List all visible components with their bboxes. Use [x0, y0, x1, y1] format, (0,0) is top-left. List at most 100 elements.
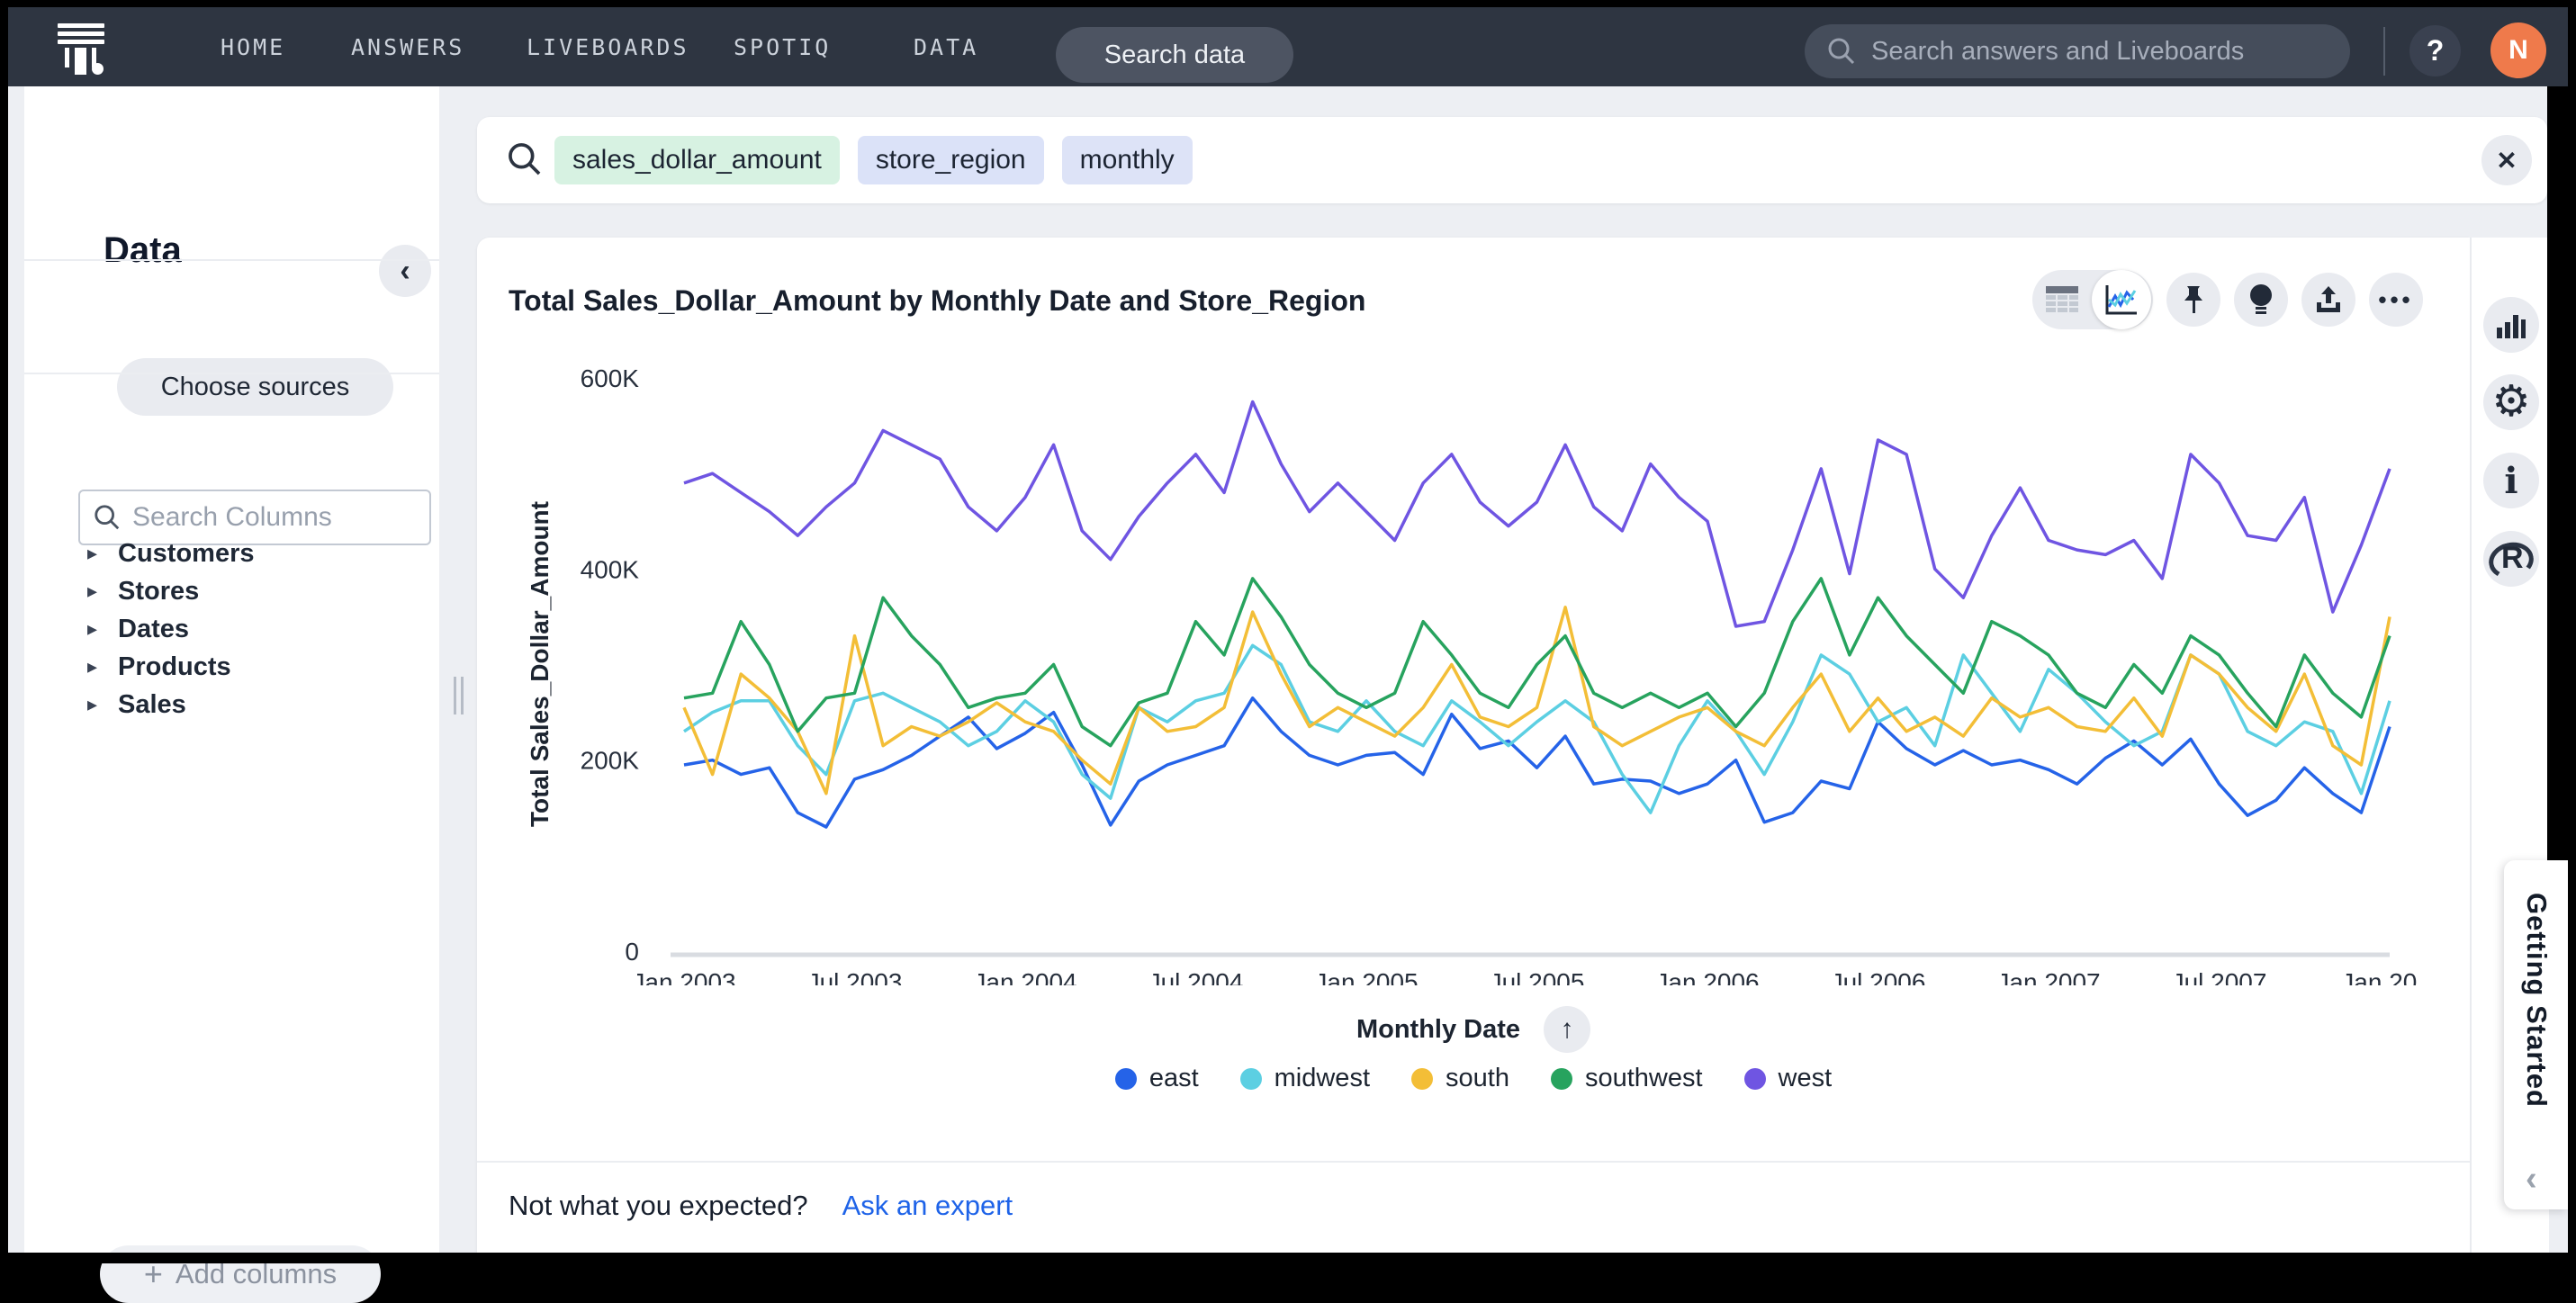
search-icon: [93, 503, 122, 532]
answer-toolbar: •••: [2032, 270, 2423, 329]
tree-item-products[interactable]: ▸ Products: [87, 648, 255, 686]
frame-bottom: [0, 1253, 2576, 1263]
table-mode-button[interactable]: [2032, 270, 2092, 329]
nav-tab-home[interactable]: HOME: [221, 7, 285, 86]
x-tick-label: Jul 2005: [1490, 968, 1585, 985]
r-analysis-button[interactable]: R: [2483, 531, 2539, 587]
close-icon: ✕: [2496, 146, 2517, 175]
search-icon: [1826, 36, 1857, 67]
query-tokens: sales_dollar_amount store_region monthly: [554, 136, 1193, 184]
caret-right-icon[interactable]: ▸: [87, 542, 118, 565]
caret-right-icon[interactable]: ▸: [87, 617, 118, 641]
legend-item-east[interactable]: east: [1115, 1064, 1199, 1093]
spotiq-insights-button[interactable]: [2234, 273, 2288, 327]
source-tree: ▸ Customers ▸ Stores ▸ Dates ▸ Products …: [87, 535, 255, 723]
sort-ascending-button[interactable]: ↑: [1544, 1006, 1590, 1053]
legend-item-midwest[interactable]: midwest: [1240, 1064, 1370, 1093]
legend-dot-icon: [1240, 1068, 1262, 1090]
table-icon: [2045, 285, 2079, 314]
app-root: { "nav": { "items": [{"label":"HOME"},{"…: [0, 0, 2576, 1263]
token-store-region[interactable]: store_region: [858, 136, 1044, 184]
share-button[interactable]: [2301, 273, 2355, 327]
tree-item-stores[interactable]: ▸ Stores: [87, 572, 255, 610]
thoughtspot-logo-icon[interactable]: [56, 23, 106, 74]
frame-left: [0, 0, 8, 1263]
y-tick-label: 600K: [581, 364, 640, 392]
global-search-input[interactable]: Search answers and Liveboards: [1805, 24, 2350, 78]
settings-button[interactable]: ⚙: [2483, 374, 2539, 430]
y-tick-label: 200K: [581, 747, 640, 775]
legend-label: east: [1149, 1064, 1199, 1093]
legend-dot-icon: [1411, 1068, 1433, 1090]
legend-label: southwest: [1585, 1064, 1703, 1093]
nav-tab-answers[interactable]: ANSWERS: [351, 7, 464, 86]
x-tick-label: Jan 2003: [632, 968, 735, 985]
r-logo-icon: R: [2489, 541, 2534, 577]
clear-search-button[interactable]: ✕: [2481, 135, 2532, 185]
line-chart[interactable]: 600K400K200K0Jan 2003Jul 2003Jan 2004Jul…: [504, 355, 2448, 985]
global-search-placeholder: Search answers and Liveboards: [1871, 37, 2244, 67]
x-tick-label: Jan 2007: [1996, 968, 2100, 985]
plus-icon: +: [144, 1261, 163, 1288]
token-sales-dollar-amount[interactable]: sales_dollar_amount: [554, 136, 840, 184]
x-axis-label-row: Monthly Date ↑: [477, 1006, 2470, 1053]
x-tick-label: Jul 2007: [2172, 968, 2267, 985]
search-icon: [506, 140, 544, 178]
series-line-west: [684, 402, 2390, 627]
pin-to-liveboard-button[interactable]: [2166, 273, 2220, 327]
top-navbar: HOME ANSWERS LIVEBOARDS SPOTIQ DATA Sear…: [0, 7, 2576, 86]
chart-legend: east midwest south southwest west: [477, 1064, 2470, 1093]
x-axis-title: Monthly Date: [1356, 1015, 1520, 1045]
x-tick-label: Jan 2006: [1655, 968, 1759, 985]
legend-item-west[interactable]: west: [1744, 1064, 1833, 1093]
bar-chart-icon: [2497, 311, 2526, 338]
caret-right-icon[interactable]: ▸: [87, 580, 118, 603]
info-button[interactable]: i: [2483, 453, 2539, 508]
frame-top: [0, 0, 2576, 7]
answer-footer: Not what you expected? Ask an expert: [509, 1190, 1013, 1222]
x-tick-label: Jan 20...: [2341, 968, 2437, 985]
legend-item-south[interactable]: south: [1411, 1064, 1509, 1093]
legend-dot-icon: [1551, 1068, 1572, 1090]
legend-dot-icon: [1115, 1068, 1137, 1090]
tree-item-dates[interactable]: ▸ Dates: [87, 610, 255, 648]
screen: HOME ANSWERS LIVEBOARDS SPOTIQ DATA Sear…: [0, 0, 2576, 1263]
nav-tab-spotiq[interactable]: SPOTIQ: [734, 7, 831, 86]
user-avatar[interactable]: N: [2490, 22, 2546, 78]
getting-started-tab[interactable]: Getting Started ‹: [2504, 860, 2568, 1209]
legend-label: midwest: [1274, 1064, 1370, 1093]
nav-tab-data[interactable]: DATA: [914, 7, 978, 86]
line-chart-icon: [2104, 283, 2139, 316]
caret-right-icon[interactable]: ▸: [87, 693, 118, 716]
choose-sources-button[interactable]: Choose sources: [117, 358, 393, 416]
arrow-up-icon: ↑: [1561, 1014, 1574, 1045]
x-tick-label: Jan 2004: [973, 968, 1076, 985]
answer-title: Total Sales_Dollar_Amount by Monthly Dat…: [509, 284, 1365, 318]
token-monthly[interactable]: monthly: [1062, 136, 1193, 184]
display-mode-toggle: [2032, 270, 2153, 329]
y-tick-label: 400K: [581, 555, 640, 583]
legend-dot-icon: [1744, 1068, 1766, 1090]
lightbulb-icon: [2248, 283, 2274, 316]
data-panel: Data ‹ Choose sources Search Columns ▸ C…: [24, 86, 439, 1253]
panel-resize-handle[interactable]: [454, 677, 464, 714]
ellipsis-icon: •••: [2378, 286, 2413, 314]
y-tick-label: 0: [625, 938, 639, 966]
divider: [24, 373, 439, 374]
collapse-panel-button[interactable]: ‹: [379, 245, 431, 297]
legend-item-southwest[interactable]: southwest: [1551, 1064, 1703, 1093]
more-options-button[interactable]: •••: [2369, 273, 2423, 327]
chart-mode-button[interactable]: [2092, 270, 2151, 329]
x-tick-label: Jul 2006: [1831, 968, 1926, 985]
x-tick-label: Jul 2004: [1148, 968, 1244, 985]
caret-right-icon[interactable]: ▸: [87, 655, 118, 678]
frame-right-band: [2547, 86, 2576, 860]
chart-config-button[interactable]: [2483, 297, 2539, 353]
share-upload-icon: [2314, 284, 2343, 315]
help-button[interactable]: ?: [2409, 25, 2461, 76]
search-data-button[interactable]: Search data: [1056, 27, 1293, 83]
tree-item-sales[interactable]: ▸ Sales: [87, 686, 255, 723]
tree-item-customers[interactable]: ▸ Customers: [87, 535, 255, 572]
nav-tab-liveboards[interactable]: LIVEBOARDS: [527, 7, 689, 86]
ask-an-expert-link[interactable]: Ask an expert: [842, 1190, 1013, 1222]
